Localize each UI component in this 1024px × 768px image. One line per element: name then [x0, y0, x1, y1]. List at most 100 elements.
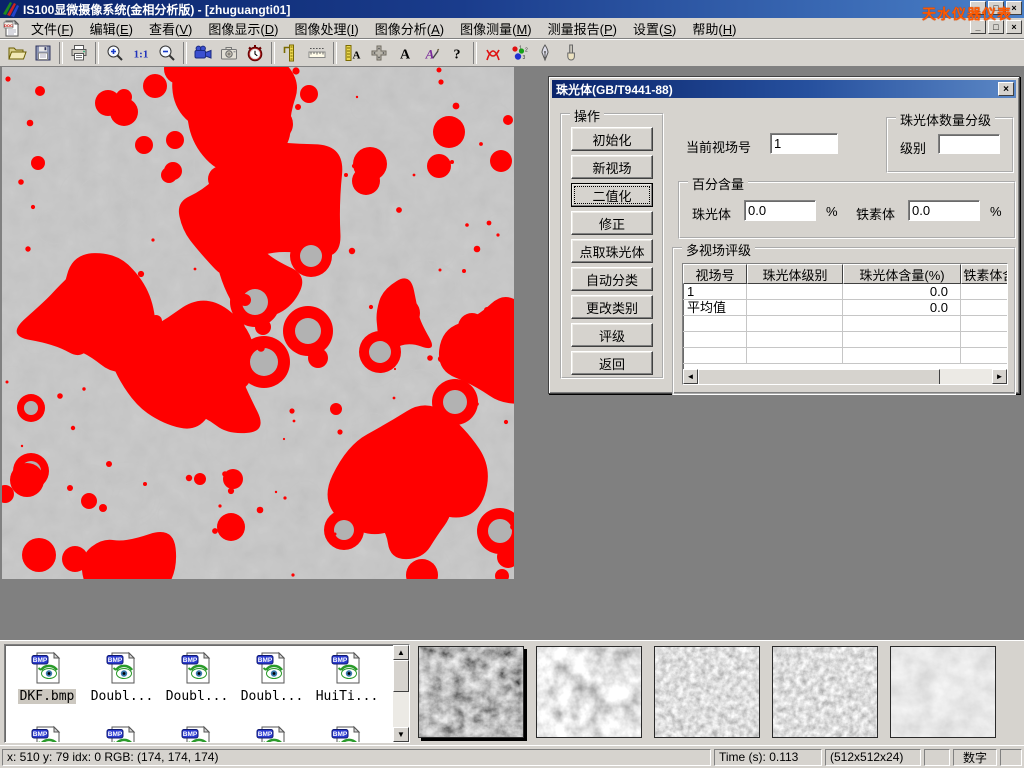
- file-item-row2-2[interactable]: BMP: [161, 725, 233, 743]
- scroll-left-icon[interactable]: ◄: [683, 369, 698, 384]
- op-button-2[interactable]: 二值化: [571, 183, 653, 207]
- file-item-1[interactable]: BMPDoubl...: [86, 651, 158, 704]
- open-folder-icon[interactable]: [4, 41, 30, 65]
- file-item-row2-1[interactable]: BMP: [86, 725, 158, 743]
- menu-item-3[interactable]: 图像显示(D): [200, 17, 286, 40]
- text-style-icon[interactable]: A: [418, 41, 444, 65]
- op-button-4[interactable]: 点取珠光体: [571, 239, 653, 263]
- help-icon[interactable]: ?: [444, 41, 470, 65]
- menu-item-2[interactable]: 查看(V): [141, 17, 200, 40]
- file-name: Doubl...: [89, 689, 156, 704]
- photo-camera-icon[interactable]: [216, 41, 242, 65]
- table-row[interactable]: 10.0: [683, 284, 1007, 300]
- file-item-row2-4[interactable]: BMP: [311, 725, 383, 743]
- caliper-icon[interactable]: [278, 41, 304, 65]
- percent-sign: %: [990, 204, 1002, 219]
- svg-text:BMP: BMP: [183, 657, 198, 664]
- table-row[interactable]: [683, 348, 1007, 364]
- micrograph-image[interactable]: [2, 67, 514, 579]
- curve-tool-icon[interactable]: [480, 41, 506, 65]
- file-vscrollbar[interactable]: ▲ ▼: [393, 645, 409, 742]
- micrograph-thumbnail-3[interactable]: [772, 646, 878, 738]
- toolbar-separator: [271, 42, 275, 64]
- pearlite-dialog: 珠光体(GB/T9441-88) × 操作 初始化新视场二值化修正点取珠光体自动…: [548, 76, 1020, 394]
- menu-item-0[interactable]: 文件(F): [23, 17, 82, 40]
- brush-icon[interactable]: [558, 41, 584, 65]
- micrograph-thumbnail-1[interactable]: [536, 646, 642, 738]
- file-item-row2-3[interactable]: BMP: [236, 725, 308, 743]
- app-logo-icon: [2, 1, 20, 17]
- zoom-out-icon[interactable]: [154, 41, 180, 65]
- table-hscrollbar[interactable]: ◄ ►: [683, 369, 1007, 384]
- hscroll-thumb[interactable]: [698, 369, 940, 385]
- table-cell: [747, 284, 843, 300]
- video-camera-icon[interactable]: [190, 41, 216, 65]
- table-row[interactable]: 平均值0.0: [683, 300, 1007, 316]
- table-cell: [961, 332, 1008, 348]
- menu-item-1[interactable]: 编辑(E): [82, 17, 141, 40]
- save-icon[interactable]: [30, 41, 56, 65]
- menu-item-9[interactable]: 帮助(H): [684, 17, 744, 40]
- dialog-title-bar: 珠光体(GB/T9441-88) ×: [552, 80, 1016, 98]
- svg-text:2: 2: [525, 48, 528, 54]
- grade-input[interactable]: [938, 134, 1000, 154]
- current-field-input[interactable]: [770, 133, 838, 154]
- dialog-title: 珠光体(GB/T9441-88): [556, 81, 673, 98]
- text-icon[interactable]: A: [392, 41, 418, 65]
- classify-points-icon[interactable]: 123: [506, 41, 532, 65]
- scroll-right-icon[interactable]: ►: [992, 369, 1007, 384]
- actual-size-icon[interactable]: 1:1: [128, 41, 154, 65]
- micrograph-thumbnail-4[interactable]: [890, 646, 996, 738]
- menu-item-8[interactable]: 设置(S): [625, 17, 684, 40]
- toolbar-separator: [95, 42, 99, 64]
- zoom-in-icon[interactable]: [102, 41, 128, 65]
- table-row[interactable]: [683, 316, 1007, 332]
- print-icon[interactable]: [66, 41, 92, 65]
- file-item-0[interactable]: BMPDKF.bmp: [11, 651, 83, 704]
- menu-item-7[interactable]: 测量报告(P): [540, 17, 625, 40]
- op-button-8[interactable]: 返回: [571, 351, 653, 375]
- op-button-3[interactable]: 修正: [571, 211, 653, 235]
- file-item-3[interactable]: BMPDoubl...: [236, 651, 308, 704]
- op-button-0[interactable]: 初始化: [571, 127, 653, 151]
- scroll-down-icon[interactable]: ▼: [393, 727, 409, 742]
- toolbar-separator: [333, 42, 337, 64]
- move-tool-icon[interactable]: [366, 41, 392, 65]
- dialog-close-icon[interactable]: ×: [998, 82, 1014, 96]
- ruler-icon[interactable]: [304, 41, 330, 65]
- multi-field-group: 多视场评级 视场号珠光体级别珠光体含量(%)铁素体含量(%) 10.0平均值0.…: [672, 247, 1016, 395]
- timer-icon[interactable]: [242, 41, 268, 65]
- file-item-row2-0[interactable]: BMP: [11, 725, 83, 743]
- pearlite-percent-input[interactable]: [744, 200, 816, 221]
- op-button-5[interactable]: 自动分类: [571, 267, 653, 291]
- file-browser: ▲ ▼ BMPDKF.bmpBMPDoubl...BMPDoubl...BMPD…: [4, 644, 410, 743]
- menu-bar: DOC 文件(F)编辑(E)查看(V)图像显示(D)图像处理(I)图像分析(A)…: [0, 18, 1024, 39]
- ferrite-percent-input[interactable]: [908, 200, 980, 221]
- menu-item-5[interactable]: 图像分析(A): [367, 17, 452, 40]
- ferrite-label: 铁素体: [856, 204, 895, 223]
- scroll-up-icon[interactable]: ▲: [393, 645, 409, 660]
- pen-icon[interactable]: [532, 41, 558, 65]
- table-cell: [843, 316, 961, 332]
- micrograph-thumbnail-0[interactable]: [418, 646, 524, 738]
- op-button-1[interactable]: 新视场: [571, 155, 653, 179]
- status-bar: x: 510 y: 79 idx: 0 RGB: (174, 174, 174)…: [0, 745, 1024, 768]
- table-cell: [683, 348, 747, 364]
- measure-text-icon[interactable]: A: [340, 41, 366, 65]
- table-row[interactable]: [683, 332, 1007, 348]
- op-button-7[interactable]: 评级: [571, 323, 653, 347]
- menu-item-4[interactable]: 图像处理(I): [286, 17, 366, 40]
- workspace: 珠光体(GB/T9441-88) × 操作 初始化新视场二值化修正点取珠光体自动…: [0, 67, 1024, 640]
- menu-item-6[interactable]: 图像测量(M): [452, 17, 540, 40]
- svg-text:BMP: BMP: [333, 657, 348, 664]
- svg-text:1:1: 1:1: [134, 49, 149, 61]
- file-item-4[interactable]: BMPHuiTi...: [311, 651, 383, 704]
- micrograph-thumbnail-2[interactable]: [654, 646, 760, 738]
- table-header-2: 珠光体含量(%): [843, 264, 961, 284]
- vscroll-thumb[interactable]: [393, 660, 409, 692]
- bmp-file-icon: BMP: [105, 673, 139, 688]
- bmp-file-icon: BMP: [30, 673, 64, 688]
- file-item-2[interactable]: BMPDoubl...: [161, 651, 233, 704]
- document-icon: DOC: [3, 20, 21, 37]
- op-button-6[interactable]: 更改类别: [571, 295, 653, 319]
